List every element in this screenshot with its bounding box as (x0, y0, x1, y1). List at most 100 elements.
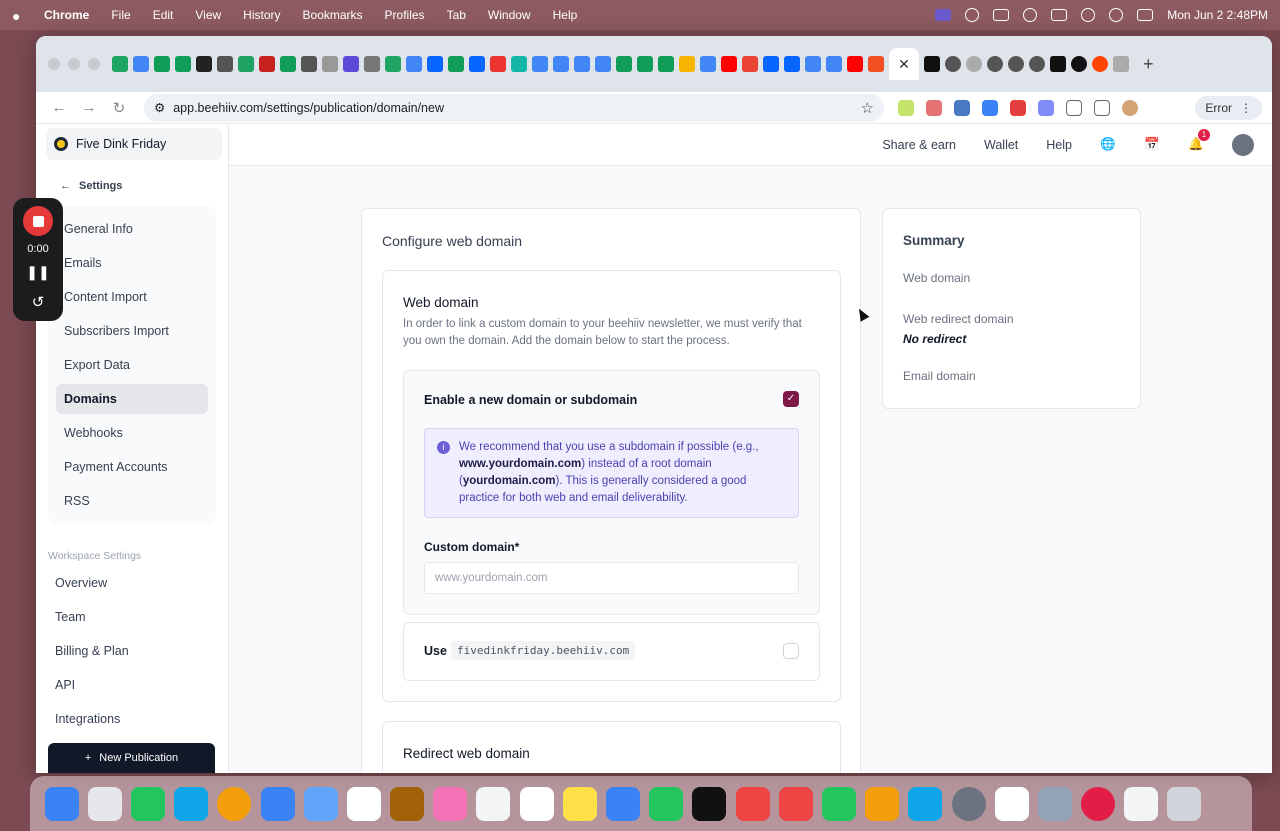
docs-tab-icon[interactable] (553, 56, 569, 72)
window-icon[interactable] (993, 9, 1010, 21)
docs-tab-icon[interactable] (826, 56, 842, 72)
system-settings-icon[interactable] (951, 786, 986, 821)
sheets-tab-icon[interactable] (616, 56, 632, 72)
tab-icon[interactable] (868, 56, 884, 72)
tab-icon[interactable] (511, 56, 527, 72)
extension-icon[interactable] (982, 99, 998, 116)
control-icon[interactable] (965, 8, 980, 22)
extension-icon[interactable] (898, 99, 914, 116)
sheets-tab-icon[interactable] (637, 56, 653, 72)
screen-share-icon[interactable] (935, 9, 952, 21)
profile-avatar-icon[interactable] (1122, 99, 1138, 116)
meta-tab-icon[interactable] (427, 56, 443, 72)
sidebar-item-rss[interactable]: RSS (56, 486, 208, 516)
photos-icon[interactable] (433, 786, 468, 821)
meta-tab-icon[interactable] (784, 56, 800, 72)
extension-icon[interactable] (954, 99, 970, 116)
play-icon[interactable] (1023, 8, 1038, 22)
extensions-puzzle-icon[interactable] (1066, 99, 1082, 116)
safari-icon[interactable] (174, 786, 209, 821)
sidebar-item-payment-accounts[interactable]: Payment Accounts (56, 452, 208, 482)
reminders-icon[interactable] (476, 786, 511, 821)
sidebar-item-subscribers-import[interactable]: Subscribers Import (56, 316, 208, 346)
menu-file[interactable]: File (111, 8, 130, 22)
sidebar-item-overview[interactable]: Overview (36, 568, 228, 598)
profile-error-button[interactable]: Error ⋮ (1195, 95, 1262, 120)
meta-tab-icon[interactable] (763, 56, 779, 72)
tab-icon[interactable] (217, 56, 233, 72)
sidebar-item-domains[interactable]: Domains (56, 384, 208, 414)
tab-icon[interactable] (364, 56, 380, 72)
new-tab-icon[interactable]: + (1143, 54, 1154, 75)
menu-app-name[interactable]: Chrome (44, 8, 89, 22)
keynote-icon[interactable] (606, 786, 641, 821)
bell-icon[interactable]: 🔔 1 (1188, 128, 1210, 153)
enable-domain-checkbox[interactable]: ✓ (783, 391, 799, 407)
url-bar[interactable]: ⚙ app.beehiiv.com/settings/publication/d… (144, 93, 884, 122)
youtube-tab-icon[interactable] (721, 56, 737, 72)
drive-tab-icon[interactable] (112, 56, 128, 72)
apple-tv-icon[interactable] (692, 786, 727, 821)
sidebar-item-webhooks[interactable]: Webhooks (56, 418, 208, 448)
tab-icon[interactable] (301, 56, 317, 72)
tab-icon[interactable] (1008, 56, 1024, 72)
custom-domain-input[interactable] (424, 562, 799, 594)
reddit-tab-icon[interactable] (1092, 56, 1108, 72)
menu-view[interactable]: View (195, 8, 221, 22)
maps-icon[interactable] (303, 786, 338, 821)
drive-tab-icon[interactable] (385, 56, 401, 72)
contacts-icon[interactable] (390, 786, 425, 821)
menu-help[interactable]: Help (553, 8, 578, 22)
app-icon[interactable] (1081, 786, 1116, 821)
mail-icon[interactable] (260, 786, 295, 821)
tab-icon[interactable] (1113, 56, 1129, 72)
back-icon[interactable]: ← (46, 99, 72, 116)
menu-edit[interactable]: Edit (153, 8, 174, 22)
trash-icon[interactable] (1167, 786, 1202, 821)
tab-icon[interactable] (945, 56, 961, 72)
back-to-settings-link[interactable]: ← Settings (60, 180, 228, 192)
drive-tab-icon[interactable] (238, 56, 254, 72)
tab-icon[interactable] (924, 56, 940, 72)
maximize-window-icon[interactable] (88, 58, 100, 70)
pause-icon[interactable]: ❚❚ (26, 264, 49, 281)
gmail-tab-icon[interactable] (742, 56, 758, 72)
music-icon[interactable] (735, 786, 770, 821)
youtube-tab-icon[interactable] (847, 56, 863, 72)
new-publication-button[interactable]: + New Publication (48, 743, 215, 773)
freeform-icon[interactable] (519, 786, 554, 821)
notes-icon[interactable] (562, 786, 597, 821)
preview-icon[interactable] (1037, 786, 1072, 821)
publication-selector[interactable]: Five Dink Friday (46, 128, 222, 160)
sheets-tab-icon[interactable] (175, 56, 191, 72)
sidebar-item-export-data[interactable]: Export Data (56, 350, 208, 380)
tab-icon[interactable] (1050, 56, 1066, 72)
apple-menu-icon[interactable]: ● (12, 8, 26, 24)
tab-icon[interactable] (343, 56, 359, 72)
url-text[interactable]: app.beehiiv.com/settings/publication/dom… (173, 101, 444, 115)
sidebar-item-team[interactable]: Team (36, 602, 228, 632)
bookmark-star-icon[interactable]: ☆ (861, 99, 874, 117)
side-panel-icon[interactable] (1094, 99, 1110, 116)
extension-icon[interactable] (926, 99, 942, 116)
tab-icon[interactable] (196, 56, 212, 72)
site-settings-icon[interactable]: ⚙ (154, 100, 165, 115)
reload-icon[interactable]: ↻ (106, 99, 132, 117)
control-center-icon[interactable] (1137, 9, 1154, 21)
battery-icon[interactable] (1051, 9, 1068, 21)
slides-tab-icon[interactable] (679, 56, 695, 72)
slack-icon[interactable] (994, 786, 1029, 821)
active-tab-close[interactable]: ✕ (889, 48, 919, 80)
tab-icon[interactable] (490, 56, 506, 72)
minimize-window-icon[interactable] (68, 58, 80, 70)
mail-tab-icon[interactable] (259, 56, 275, 72)
news-icon[interactable] (778, 786, 813, 821)
sidebar-item-api[interactable]: API (36, 670, 228, 700)
tab-icon[interactable] (406, 56, 422, 72)
menubar-clock[interactable]: Mon Jun 2 2:48PM (1167, 8, 1268, 22)
sidebar-item-content-import[interactable]: Content Import (56, 282, 208, 312)
app-store-icon[interactable] (908, 786, 943, 821)
menu-tab[interactable]: Tab (447, 8, 466, 22)
sheets-tab-icon[interactable] (154, 56, 170, 72)
sidebar-item-general-info[interactable]: General Info (56, 214, 208, 244)
